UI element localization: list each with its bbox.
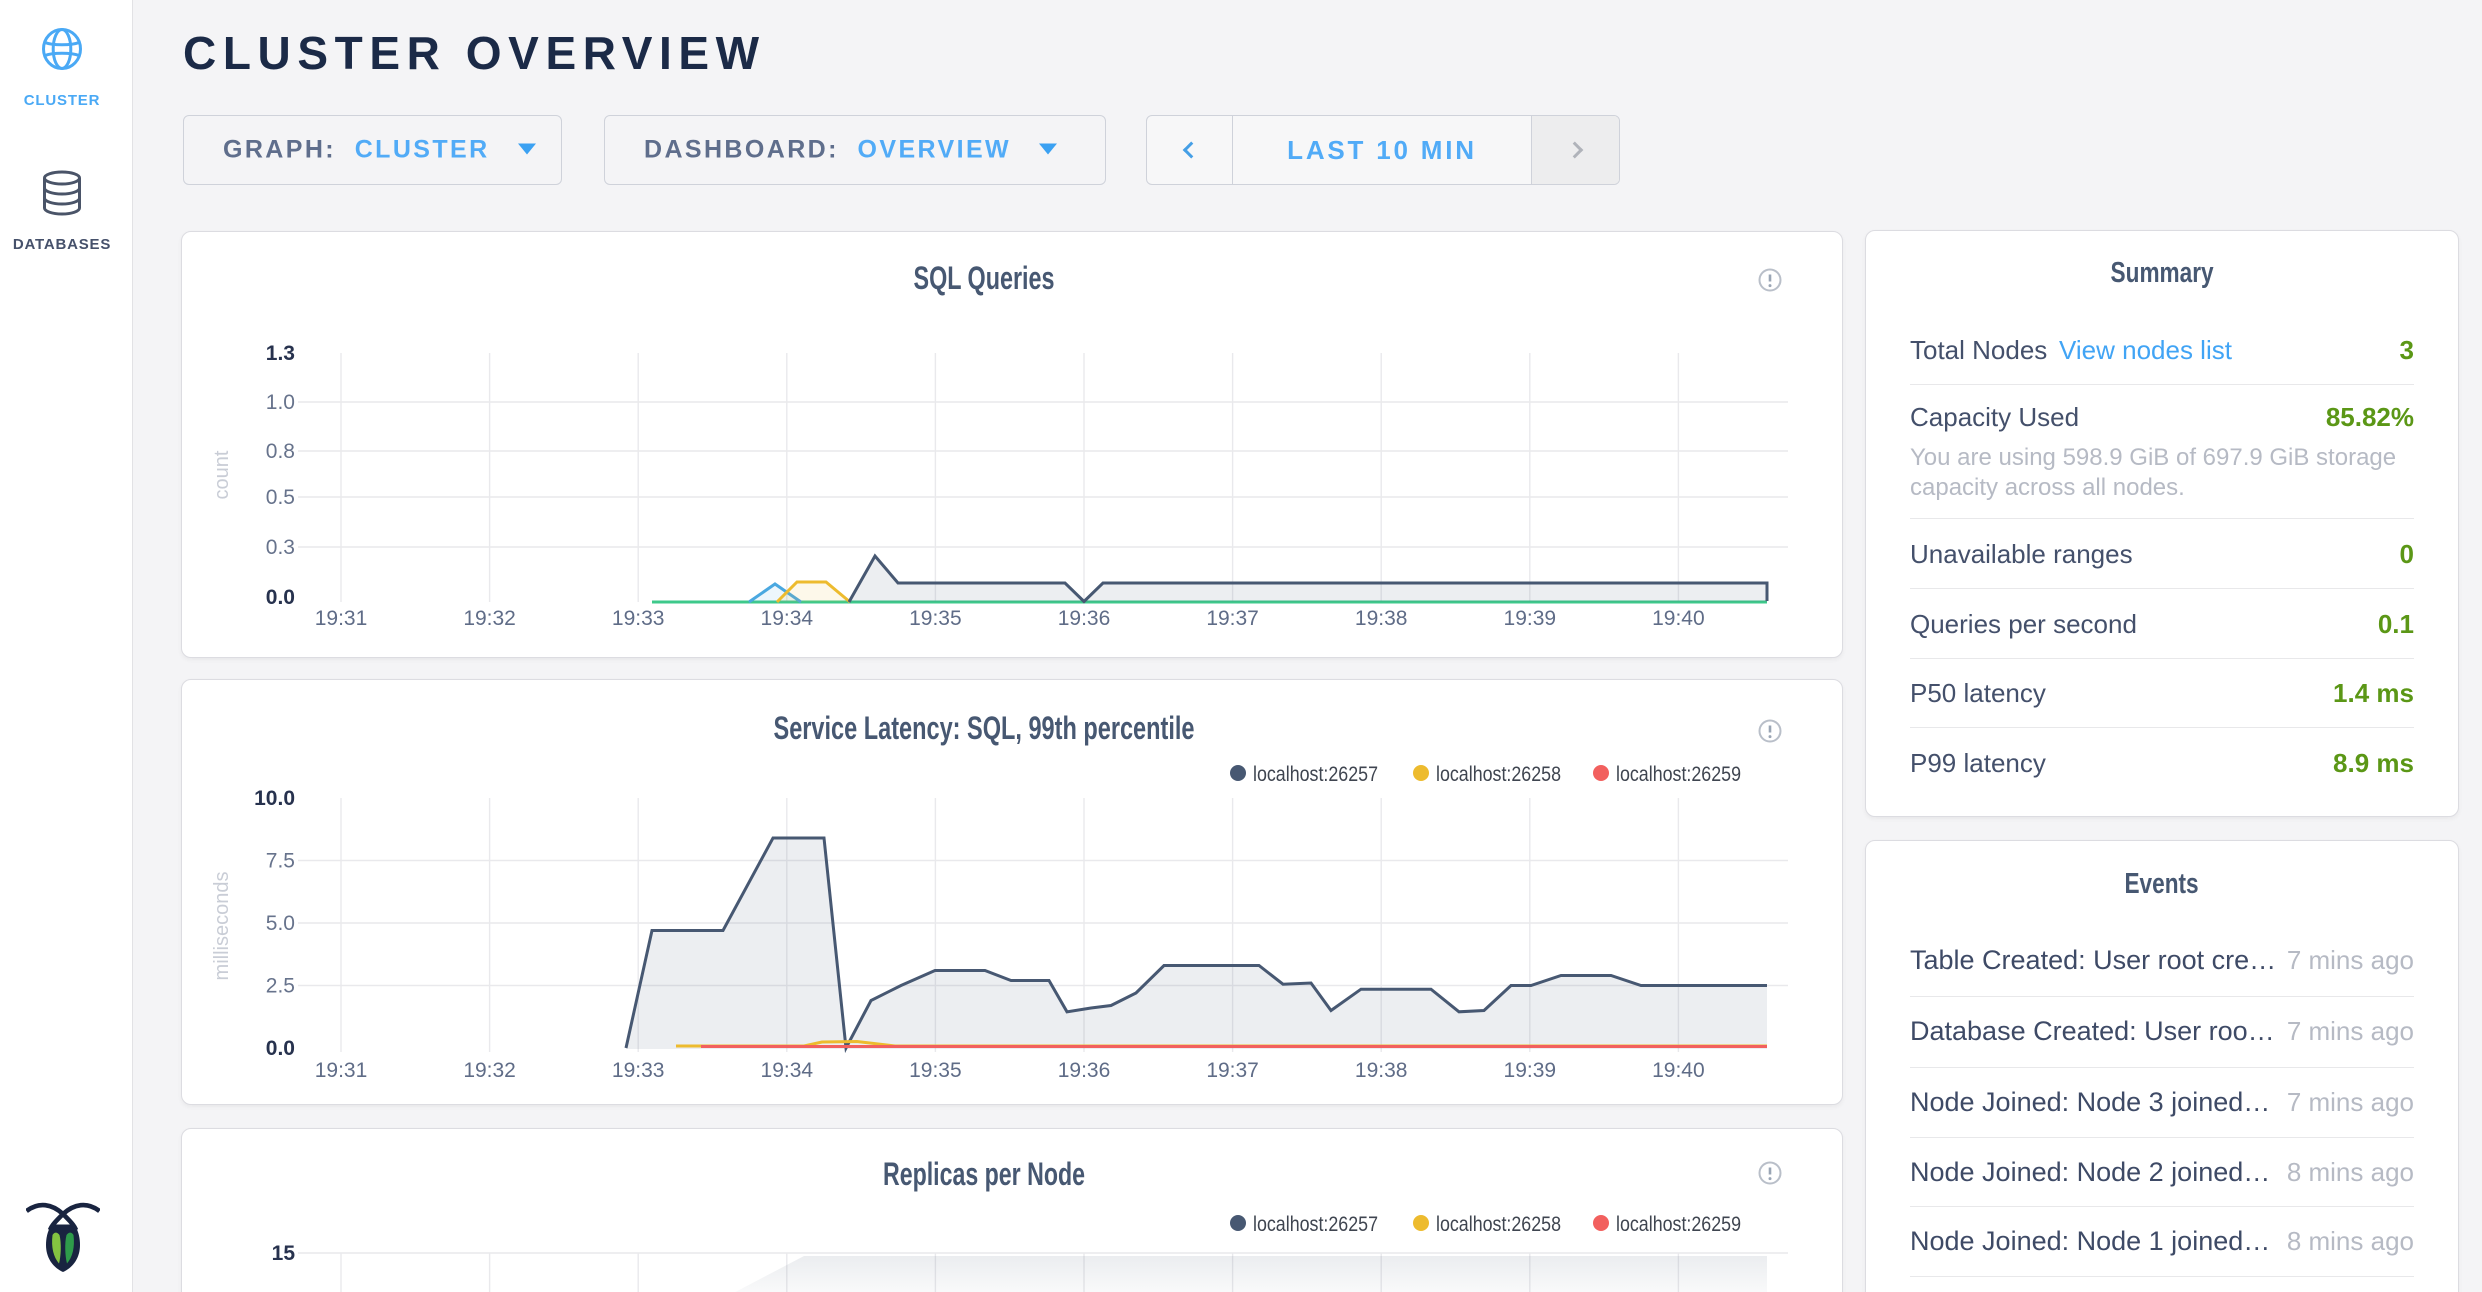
svg-text:19:33: 19:33	[612, 1059, 665, 1082]
svg-text:19:37: 19:37	[1206, 1059, 1259, 1082]
svg-text:19:33: 19:33	[612, 607, 665, 630]
svg-text:milliseconds: milliseconds	[211, 872, 233, 981]
svg-text:localhost:26259: localhost:26259	[1616, 763, 1741, 786]
svg-text:19:34: 19:34	[761, 607, 814, 630]
svg-text:19:40: 19:40	[1652, 1059, 1705, 1082]
svg-text:count: count	[211, 450, 233, 499]
svg-text:19:32: 19:32	[463, 607, 516, 630]
svg-text:19:31: 19:31	[315, 607, 368, 630]
svg-text:19:31: 19:31	[315, 1059, 368, 1082]
svg-text:19:39: 19:39	[1504, 607, 1557, 630]
svg-text:localhost:26258: localhost:26258	[1436, 763, 1561, 786]
svg-text:0.0: 0.0	[266, 1037, 295, 1060]
svg-text:localhost:26258: localhost:26258	[1436, 1213, 1561, 1236]
svg-text:Service Latency: SQL, 99th per: Service Latency: SQL, 99th percentile	[774, 710, 1195, 746]
svg-text:7.5: 7.5	[266, 850, 295, 873]
svg-text:19:38: 19:38	[1355, 607, 1408, 630]
svg-text:19:34: 19:34	[761, 1059, 814, 1082]
svg-text:0.8: 0.8	[266, 440, 295, 463]
svg-text:19:40: 19:40	[1652, 607, 1705, 630]
svg-text:1.3: 1.3	[266, 342, 295, 365]
svg-text:19:32: 19:32	[463, 1059, 516, 1082]
svg-text:localhost:26259: localhost:26259	[1616, 1213, 1741, 1236]
svg-text:0.0: 0.0	[266, 586, 295, 609]
svg-text:19:38: 19:38	[1355, 1059, 1408, 1082]
svg-text:19:36: 19:36	[1058, 1059, 1111, 1082]
svg-text:19:35: 19:35	[909, 607, 962, 630]
svg-text:5.0: 5.0	[266, 912, 295, 935]
svg-text:localhost:26257: localhost:26257	[1253, 1213, 1378, 1236]
svg-text:19:36: 19:36	[1058, 607, 1111, 630]
svg-text:19:35: 19:35	[909, 1059, 962, 1082]
svg-text:0.5: 0.5	[266, 486, 295, 509]
svg-text:1.0: 1.0	[266, 391, 295, 414]
svg-text:19:37: 19:37	[1206, 607, 1259, 630]
svg-text:SQL Queries: SQL Queries	[914, 260, 1055, 296]
svg-text:19:39: 19:39	[1504, 1059, 1557, 1082]
svg-text:0.3: 0.3	[266, 536, 295, 559]
svg-text:2.5: 2.5	[266, 975, 295, 998]
svg-text:15: 15	[272, 1242, 296, 1265]
svg-text:localhost:26257: localhost:26257	[1253, 763, 1378, 786]
svg-text:Replicas per Node: Replicas per Node	[883, 1156, 1085, 1192]
svg-text:10.0: 10.0	[254, 787, 295, 810]
